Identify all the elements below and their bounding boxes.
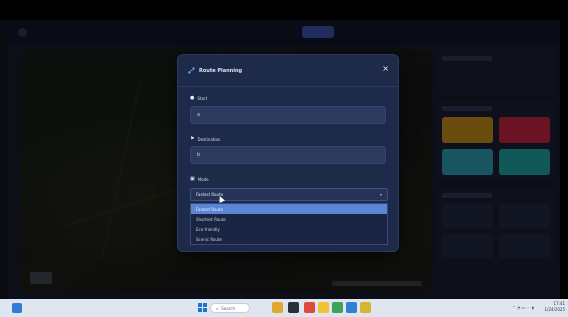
start-input-value: a <box>197 112 201 118</box>
system-tray[interactable]: ⌃ ◔ ▭ ⋯ ◖ <box>512 305 534 310</box>
taskbar-search[interactable]: ⌕ Search <box>210 303 250 313</box>
destination-input-value: b <box>197 152 201 158</box>
mode-dropdown-list: Fastest Route Shortest Route Eco-friendl… <box>190 203 388 245</box>
widgets-icon[interactable] <box>12 303 22 313</box>
mode-option-fastest[interactable]: Fastest Route <box>191 204 387 214</box>
folder-icon[interactable] <box>318 302 329 313</box>
flag-icon: ⚑ <box>190 136 195 142</box>
taskbar-clock[interactable]: 17:41 1/24/2025 <box>537 301 565 313</box>
modal-title-text: Route Planning <box>199 67 243 74</box>
taskbar: ⌕ Search ⌃ ◔ ▭ ⋯ ◖ 17:41 1/24/2025 <box>0 299 568 317</box>
modal-title: Route Planning <box>188 67 242 74</box>
destination-label-text: Destination <box>197 136 221 142</box>
taskbar-app-icon[interactable] <box>288 302 299 313</box>
modal-header: Route Planning × <box>178 55 398 87</box>
destination-label: ⚑ Destination <box>190 136 220 142</box>
taskbar-app-icon[interactable] <box>272 302 283 313</box>
taskbar-app-icon[interactable] <box>304 302 315 313</box>
route-planning-modal: Route Planning × ● Start a ⚑ Destination… <box>178 55 398 251</box>
start-label-text: Start <box>197 95 208 101</box>
taskbar-app-icon[interactable] <box>360 302 371 313</box>
search-icon: ⌕ <box>216 305 219 311</box>
taskbar-app-icon[interactable] <box>332 302 343 313</box>
taskbar-app-icon[interactable] <box>346 302 357 313</box>
mode-option-shortest[interactable]: Shortest Route <box>191 214 387 224</box>
close-button[interactable]: × <box>382 65 389 73</box>
mode-label-text: Mode <box>197 176 209 182</box>
car-icon: ▣ <box>190 176 195 182</box>
start-button[interactable] <box>198 303 208 313</box>
letterbox-top <box>0 0 568 20</box>
letterbox-right <box>560 0 568 300</box>
mode-option-scenic[interactable]: Scenic Route <box>191 234 387 244</box>
start-label: ● Start <box>190 95 207 101</box>
mode-option-eco[interactable]: Eco-friendly <box>191 224 387 234</box>
map-pin-icon: ● <box>190 95 195 101</box>
clock-date: 1/24/2025 <box>544 307 565 312</box>
search-placeholder: Search <box>221 305 235 311</box>
start-input[interactable]: a <box>190 106 386 124</box>
mode-label: ▣ Mode <box>190 176 209 182</box>
destination-input[interactable]: b <box>190 146 386 164</box>
route-icon <box>188 67 195 74</box>
chevron-down-icon: ▾ <box>379 192 382 197</box>
